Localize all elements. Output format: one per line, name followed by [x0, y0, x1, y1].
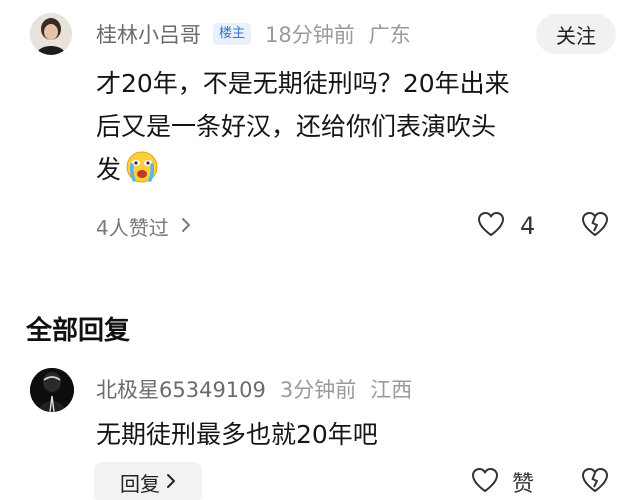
broken-heart-icon	[580, 466, 610, 498]
user-avatar-image	[30, 13, 72, 55]
location: 江西	[370, 378, 413, 402]
reply-button-label: 回复	[120, 471, 160, 496]
likers-text: 4人赞过	[96, 215, 169, 240]
author-name[interactable]: 北极星65349109	[96, 374, 266, 404]
avatar[interactable]	[30, 368, 74, 412]
like-label: 赞	[512, 472, 535, 497]
heart-icon	[476, 210, 506, 242]
comment-body: 才20年，不是无期徒刑吗？20年出来 后又是一条好汉，还给你们表演吹头 发	[96, 62, 626, 197]
likers-link[interactable]: 4人赞过	[96, 210, 191, 242]
like-count: 4	[520, 212, 536, 240]
like-button[interactable]: 赞	[470, 466, 534, 498]
location: 广东	[368, 23, 411, 47]
follow-button[interactable]: 关注	[536, 14, 616, 54]
dislike-button[interactable]	[580, 466, 610, 498]
section-title: 全部回复	[26, 316, 131, 346]
crying-face-icon	[125, 150, 159, 197]
comment-meta: 桂林小吕哥 楼主 18分钟前 广东	[96, 20, 411, 48]
comment-line-with-emoji: 发	[96, 148, 626, 197]
reply-meta: 北极星65349109 3分钟前 江西	[96, 375, 412, 403]
broken-heart-icon	[580, 210, 610, 242]
timestamp: 18分钟前	[265, 23, 355, 47]
author-name[interactable]: 桂林小吕哥	[96, 19, 201, 49]
heart-icon	[470, 466, 500, 498]
reply-body: 无期徒刑最多也就20年吧	[96, 420, 378, 449]
comment-line: 后又是一条好汉，还给你们表演吹头	[96, 112, 497, 141]
dislike-button[interactable]	[580, 210, 610, 242]
user-avatar-image	[30, 368, 74, 412]
chevron-right-icon	[181, 214, 191, 238]
avatar[interactable]	[30, 13, 72, 55]
op-badge: 楼主	[213, 23, 252, 45]
like-button[interactable]: 4	[476, 210, 535, 242]
timestamp: 3分钟前	[279, 378, 357, 402]
chevron-right-icon	[166, 470, 176, 494]
comment-line: 才20年，不是无期徒刑吗？20年出来	[96, 69, 510, 98]
reply-button[interactable]: 回复	[94, 462, 202, 500]
